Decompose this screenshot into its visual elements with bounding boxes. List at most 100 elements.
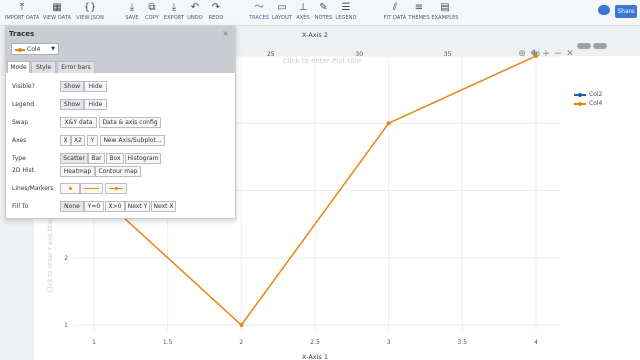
toolbar-label: SAVE (125, 15, 139, 21)
x-tick-label: 3 (387, 339, 391, 346)
visible-label: Visible? (12, 83, 35, 90)
x-tick-label: 1 (92, 339, 96, 346)
toolbar-save-button[interactable]: ⤓ SAVE (122, 2, 142, 24)
toolbar-axes-button[interactable]: ⊥ AXES (293, 2, 313, 24)
y-tick-label: 2 (64, 255, 68, 262)
fill-y0-button[interactable]: Y=0 (84, 201, 104, 212)
traces-panel: Traces × Col4 ▼ Mode Style Error bars Vis… (5, 26, 236, 219)
type-bar-button[interactable]: Bar (88, 153, 105, 164)
heatmap-button[interactable]: Heatmap (60, 166, 95, 177)
download-icon: ⤓ (171, 2, 177, 13)
axes-label: Axes (12, 137, 27, 144)
zoom-in-icon[interactable]: + (541, 49, 551, 59)
zoom-out-icon[interactable]: − (553, 49, 563, 59)
fill-x0-button[interactable]: X>0 (105, 201, 125, 212)
toggle-icon[interactable] (593, 43, 607, 49)
toggle-icon[interactable] (577, 43, 591, 49)
legend-show-button[interactable]: Show (60, 99, 84, 110)
toolbar-export-button[interactable]: ⤓ EXPORT (160, 2, 188, 24)
x-tick-label: 3.5 (458, 339, 468, 346)
visible-show-button[interactable]: Show (60, 81, 84, 92)
pan-icon[interactable]: ✥ (529, 49, 539, 59)
tab-style[interactable]: Style (31, 61, 56, 73)
legend-label: Col4 (589, 100, 603, 107)
trace-select[interactable]: Col4 ▼ (11, 43, 59, 55)
toolbar-themes-button[interactable]: ≡ THEMES (405, 2, 433, 24)
toolbar-label: LAYOUT (272, 15, 292, 21)
toolbar-import-data-button[interactable]: ⤒ IMPORT DATA (2, 2, 42, 24)
modebar: ⊕ ✥ + − ✕ (517, 41, 609, 59)
toolbar-label: UNDO (187, 15, 203, 21)
chevron-down-icon: ▼ (51, 46, 55, 52)
type-label: Type (12, 155, 26, 162)
legend-item-col2[interactable]: Col2 (574, 90, 602, 99)
close-icon[interactable]: × (222, 29, 229, 38)
visible-hide-button[interactable]: Hide (84, 81, 107, 92)
markers-only-button[interactable] (60, 183, 80, 194)
upload-icon: ⤒ (19, 2, 25, 13)
fill-none-button[interactable]: None (60, 201, 84, 212)
tab-error-bars[interactable]: Error bars (57, 61, 95, 73)
lines-markers-button[interactable] (105, 183, 127, 194)
legend[interactable]: Col2 Col4 (574, 90, 602, 108)
axis-y-button[interactable]: Y (87, 135, 98, 146)
x-tick-label: 2.5 (310, 339, 320, 346)
toolbar-notes-button[interactable]: ✎ NOTES (312, 2, 335, 24)
toolbar-view-data-button[interactable]: ▦ VIEW DATA (39, 2, 75, 24)
fill-next-y-button[interactable]: Next Y (125, 201, 150, 212)
toolbar-legend-button[interactable]: ☰ LEGEND (333, 2, 359, 24)
toolbar-label: REDO (208, 15, 224, 21)
fill-next-x-button[interactable]: Next X (151, 201, 176, 212)
type-histogram-button[interactable]: Histogram (125, 153, 161, 164)
axis-x2-button[interactable]: X2 (71, 135, 85, 146)
x-axis-title: X-Axis 1 (302, 353, 328, 360)
marker-icon (114, 187, 118, 190)
reset-axes-icon[interactable]: ✕ (565, 49, 575, 59)
toolbar-label: IMPORT DATA (4, 15, 40, 21)
new-axis-button[interactable]: New Axis/Subplot... (100, 135, 165, 146)
data-point (239, 323, 244, 327)
contour-map-button[interactable]: Contour map (95, 166, 141, 177)
toolbar-examples-button[interactable]: ▤ EXAMPLES (430, 2, 460, 24)
axis-x-button[interactable]: X (60, 135, 71, 146)
zoom-icon[interactable]: ⊕ (517, 49, 527, 59)
plot-title: Click to enter Plot title (283, 57, 361, 65)
panel-tabs: Mode Style Error bars (6, 61, 235, 73)
toolbar-label: VIEW JSON (76, 15, 104, 21)
type-box-button[interactable]: Box (106, 153, 124, 164)
axes-icon: ⊥ (298, 2, 308, 13)
toolbar-layout-button[interactable]: ▭ LAYOUT (268, 2, 296, 24)
x2-tick-label: 35 (444, 51, 452, 58)
swap-xy-button[interactable]: X&Y data (60, 117, 97, 128)
toolbar-label: AXES (296, 15, 310, 21)
toolbar-label: LEGEND (335, 15, 357, 21)
legend-hide-button[interactable]: Hide (84, 99, 107, 110)
share-button[interactable]: Share (615, 5, 637, 18)
examples-icon: ▤ (440, 2, 450, 13)
grid-icon: ▦ (52, 2, 62, 13)
x2-axis-title: X-Axis 2 (302, 31, 328, 39)
themes-icon: ≡ (414, 2, 424, 13)
lines-markers-label: Lines/Markers (12, 185, 54, 192)
legend-swatch (574, 101, 586, 106)
legend-row-label: Legend (12, 101, 35, 108)
tab-mode[interactable]: Mode (7, 61, 30, 73)
swap-axis-config-button[interactable]: Data & axis config (99, 117, 161, 128)
legend-item-col4[interactable]: Col4 (574, 99, 602, 108)
toolbar-view-json-button[interactable]: {} VIEW JSON (73, 2, 107, 24)
swap-label: Swap (12, 119, 29, 126)
y-tick-label: 1 (64, 322, 68, 329)
lines-only-button[interactable] (80, 183, 103, 194)
toolbar-undo-button[interactable]: ↶ UNDO (185, 2, 205, 24)
toolbar-label: THEMES (408, 15, 430, 21)
trace-select-value: Col4 (27, 46, 41, 53)
y-axis-title: Click to enter Y axis title (47, 219, 54, 293)
braces-icon: {} (83, 2, 97, 13)
chat-icon[interactable] (598, 5, 610, 15)
toolbar-label: VIEW DATA (42, 15, 72, 21)
marker-icon (68, 187, 72, 190)
type-scatter-button[interactable]: Scatter (60, 153, 88, 164)
undo-icon: ↶ (190, 2, 200, 13)
toolbar-label: NOTES (314, 15, 333, 21)
toolbar-redo-button[interactable]: ↷ REDO (205, 2, 227, 24)
